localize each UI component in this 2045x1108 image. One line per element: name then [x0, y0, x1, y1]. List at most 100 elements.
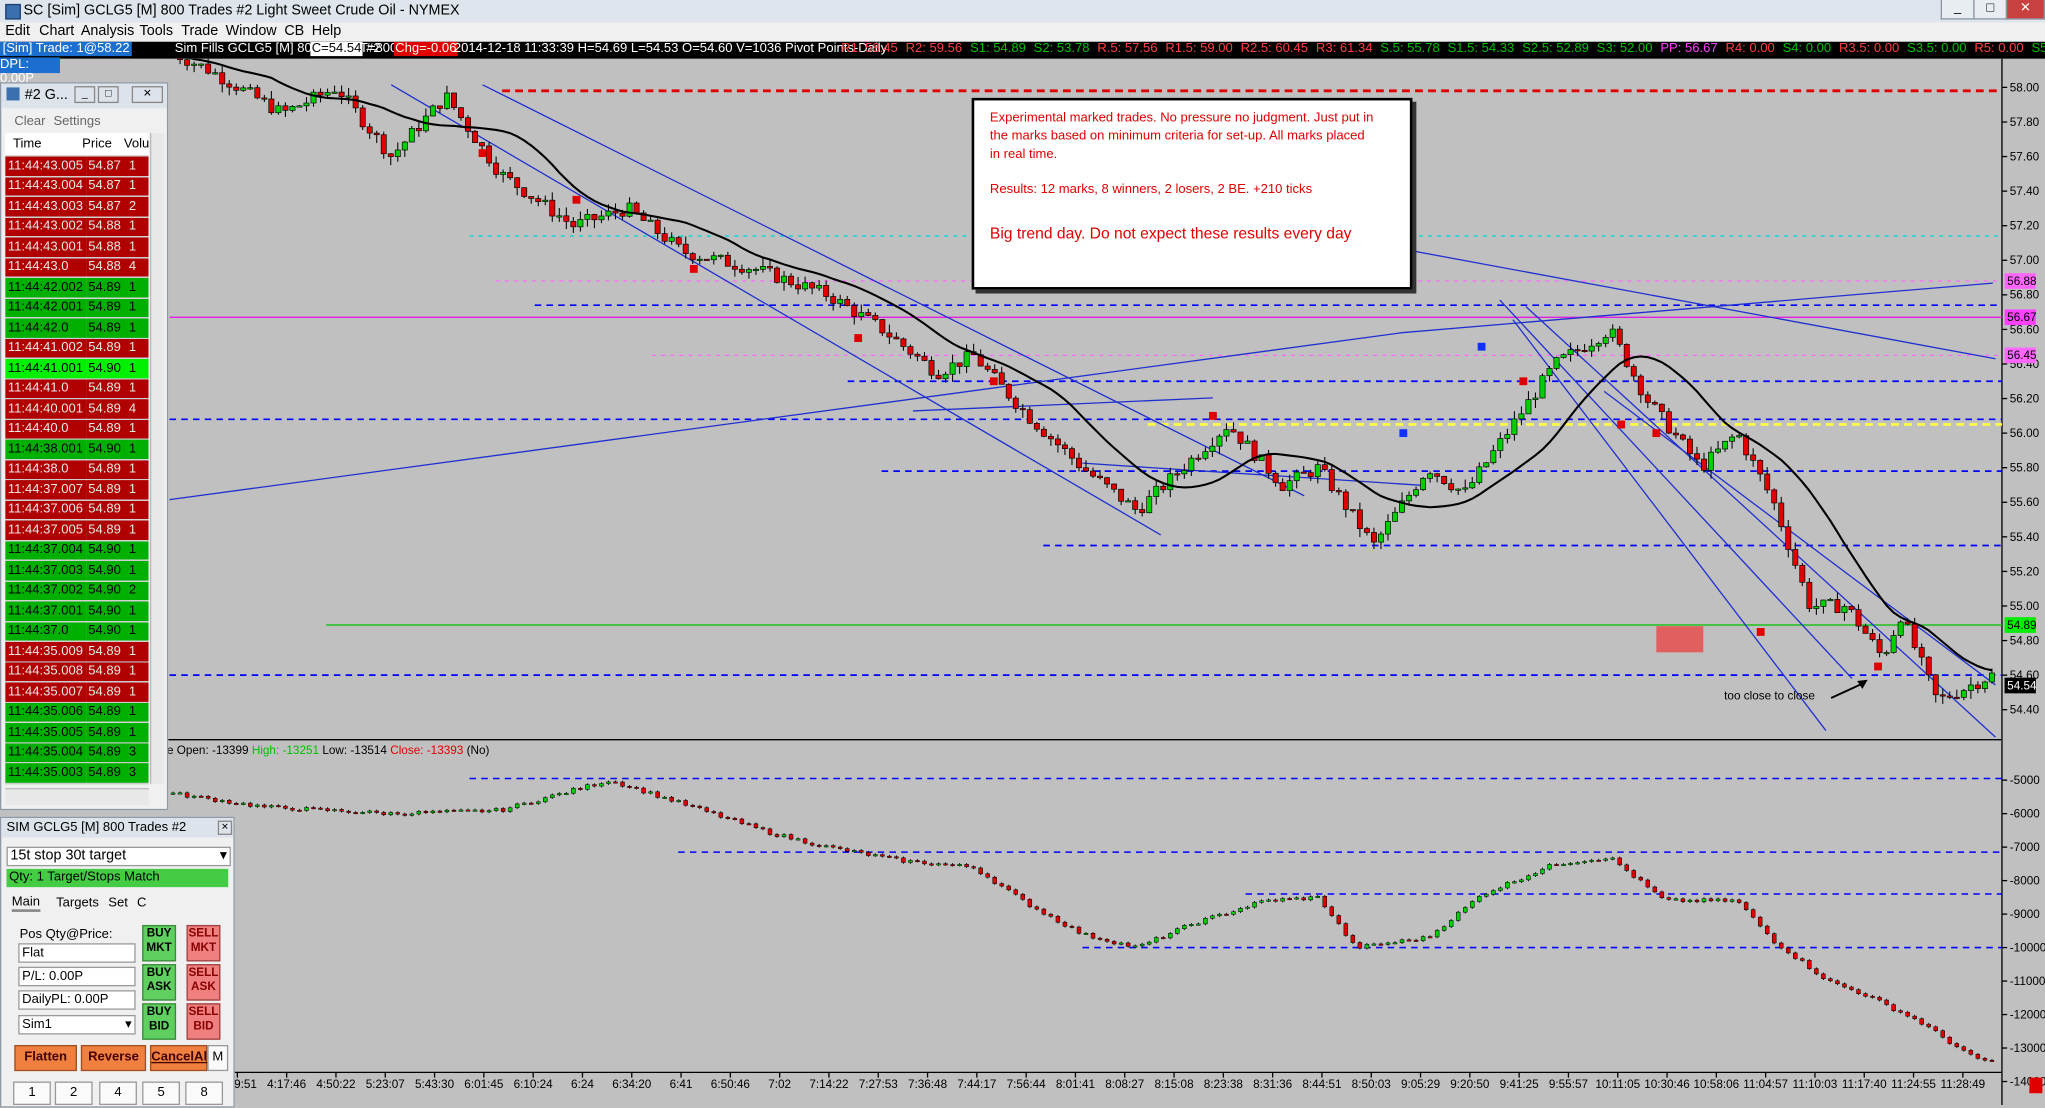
cum-candle — [1800, 958, 1805, 961]
price-candle — [1181, 470, 1188, 475]
trade-marker — [1477, 342, 1486, 351]
trade-marker — [854, 334, 863, 342]
price-candle — [626, 202, 633, 217]
pivot-0: R1: 58.45 — [841, 41, 898, 57]
price-candle — [247, 87, 254, 90]
price-tag-label: 54.89 — [2007, 619, 2036, 632]
menu-help[interactable]: Help — [312, 23, 342, 39]
cum-candle — [648, 791, 653, 794]
price-candle — [1609, 328, 1616, 338]
cum-candle — [1624, 864, 1629, 871]
price-candle — [1202, 451, 1209, 459]
buy-ask-button[interactable]: BUY ASK — [142, 964, 177, 1001]
menu-chart[interactable]: Chart — [39, 23, 74, 39]
ts-vertical-scrollbar[interactable] — [149, 133, 165, 785]
time-axis-label: 7:14:22 — [809, 1078, 848, 1091]
qty-key-8[interactable]: 8 — [185, 1081, 224, 1106]
m-button[interactable]: M — [207, 1044, 229, 1072]
ts-time-cell: 11:44:40.001 — [5, 398, 86, 420]
qty-key-4[interactable]: 4 — [99, 1081, 137, 1106]
account-select[interactable]: Sim1 ▾ — [18, 1014, 136, 1035]
buy-market-button[interactable]: BUY MKT — [142, 924, 177, 962]
minimize-button[interactable]: _ — [1940, 0, 1975, 20]
sell-ask-button[interactable]: SELL ASK — [186, 964, 221, 1001]
cum-candle — [929, 863, 934, 866]
cum-candle — [1554, 864, 1559, 866]
ts-time-cell: 11:44:38.0 — [5, 459, 86, 481]
menu-tools[interactable]: Tools — [140, 23, 174, 39]
ts-volume-cell: 1 — [126, 216, 149, 238]
cum-candle — [1821, 973, 1826, 979]
price-candle — [1785, 526, 1792, 550]
cum-candle — [304, 807, 309, 811]
ts-col-price[interactable]: Price — [82, 137, 112, 151]
qty-key-2[interactable]: 2 — [54, 1081, 93, 1106]
cum-candle — [465, 809, 471, 812]
time-and-sales-window[interactable]: #2 G... _ □ ✕ Clear Settings Time Price … — [0, 82, 169, 811]
qty-key-1[interactable]: 1 — [13, 1081, 51, 1106]
ts-volume-cell: 1 — [126, 540, 149, 561]
price-candle — [514, 177, 521, 189]
cum-candle — [809, 842, 815, 846]
oe-close-button[interactable]: ✕ — [217, 820, 233, 835]
price-candle — [240, 87, 247, 91]
ts-minimize-button[interactable]: _ — [74, 86, 96, 104]
tab-set[interactable]: Set — [108, 896, 128, 910]
cum-candle — [823, 845, 829, 848]
buy-bid-button[interactable]: BUY BID — [142, 1003, 177, 1040]
sell-market-button[interactable]: SELL MKT — [186, 924, 221, 962]
cum-candle — [1175, 928, 1180, 934]
ts-col-time[interactable]: Time — [13, 137, 42, 151]
cum-candle — [1603, 858, 1608, 861]
reverse-button[interactable]: Reverse — [80, 1044, 147, 1072]
ts-col-volume[interactable]: Volu — [124, 137, 149, 151]
pivot-7: R3: 61.34 — [1315, 41, 1373, 57]
price-candle — [366, 126, 373, 134]
order-entry-window[interactable]: SIM GCLG5 [M] 800 Trades #2 ✕ 15t stop 3… — [0, 816, 235, 1108]
price-candle — [605, 210, 612, 217]
sell-bid-button[interactable]: SELL BID — [186, 1003, 221, 1040]
tab-main[interactable]: Main — [11, 895, 41, 912]
price-candle — [429, 105, 436, 117]
cum-candle — [1154, 937, 1159, 943]
flatten-button[interactable]: Flatten — [14, 1044, 77, 1072]
ts-row: 11:44:35.008 54.89 1 — [5, 661, 149, 683]
price-tag-label: 56.88 — [2007, 275, 2037, 288]
menu-analysis[interactable]: Analysis — [81, 23, 134, 39]
maximize-button[interactable]: □ — [1973, 0, 2008, 20]
cancel-all-button[interactable]: CancelAll — [149, 1044, 211, 1072]
ts-horizontal-scrollbar[interactable] — [5, 787, 149, 805]
oe-title-bar[interactable]: SIM GCLG5 [M] 800 Trades #2 ✕ — [1, 817, 234, 838]
trade-marker — [1652, 429, 1661, 438]
ts-row: 11:44:40.001 54.89 4 — [5, 398, 149, 420]
menu-window[interactable]: Window — [226, 23, 277, 39]
cum-candle — [1870, 995, 1875, 998]
ts-close-button[interactable]: ✕ — [131, 86, 164, 104]
time-axis-label: 8:50:03 — [1352, 1078, 1391, 1091]
cum-candle — [802, 838, 808, 844]
cum-candle — [739, 818, 745, 824]
cum-candle — [1596, 859, 1601, 862]
strategy-select[interactable]: 15t stop 30t target ▾ — [6, 846, 231, 867]
cum-candle — [1701, 898, 1707, 903]
ts-header-row: Time Price Volu — [5, 133, 149, 157]
menu-edit[interactable]: Edit — [5, 23, 30, 39]
tab-targets[interactable]: Targets — [56, 896, 99, 910]
cum-candle — [788, 834, 794, 840]
ts-volume-cell: 1 — [126, 499, 149, 521]
menu-trade[interactable]: Trade — [181, 23, 218, 39]
ts-title-bar[interactable]: #2 G... _ □ ✕ — [1, 83, 167, 109]
ts-time-cell: 11:44:37.005 — [5, 519, 86, 541]
cum-candle — [830, 845, 836, 848]
cum-axis-label: -7000 — [2010, 841, 2040, 854]
menu-cb[interactable]: CB — [284, 23, 304, 39]
tab-c[interactable]: C — [137, 896, 146, 910]
ts-maximize-button[interactable]: □ — [97, 86, 119, 104]
cum-candle — [191, 795, 197, 798]
qty-key-5[interactable]: 5 — [142, 1081, 180, 1106]
price-candle — [1539, 375, 1546, 399]
close-button[interactable]: ✕ — [2005, 0, 2045, 20]
ts-clear-button[interactable]: Clear — [14, 115, 45, 129]
ts-settings-button[interactable]: Settings — [53, 115, 100, 129]
price-candle — [1476, 466, 1483, 483]
